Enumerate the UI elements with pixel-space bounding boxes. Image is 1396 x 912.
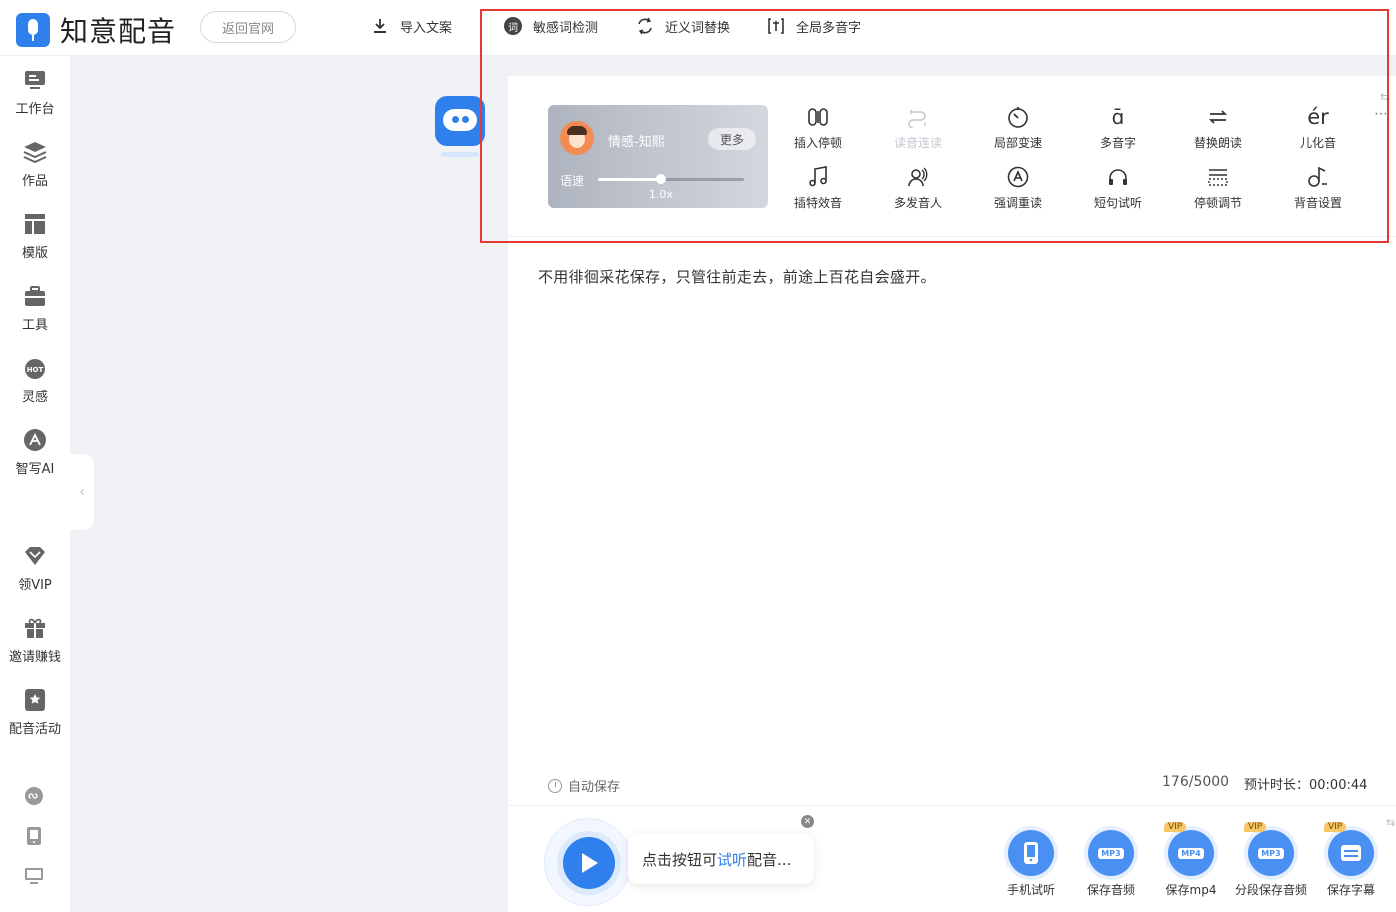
monitor-icon [23,68,47,92]
vip-badge: VIP [1324,822,1347,832]
save-action-label: 分段保存音频 [1234,883,1307,897]
sidebar-item-works[interactable]: 作品 [0,140,70,189]
save-action-label: 保存音频 [1086,883,1135,897]
save-audio-button[interactable]: MP3 保存音频 [1071,830,1151,898]
sidebar-item-tools[interactable]: 工具 [0,284,70,333]
mini-program-icon[interactable] [23,785,45,807]
robot-assistant-icon[interactable] [435,96,485,146]
import-copy-label: 导入文案 [400,20,453,36]
ai-pen-icon [23,428,47,452]
save-action-label: 手机试听 [1006,883,1055,897]
toolbox-icon [23,284,47,308]
close-tip-icon[interactable]: ✕ [801,815,814,828]
sidebar-item-invite[interactable]: 邀请赚钱 [0,616,70,665]
sidebar-label: 灵感 [21,390,48,405]
clock-icon [548,778,562,793]
autosave-indicator: 自动保存 [548,776,620,795]
mp3-icon: MP3 [1088,830,1134,876]
left-sidebar: 工作台 作品 模版 工具 HOT 灵感 智写AI 领VIP 邀请赚钱 配音活动 [0,56,70,912]
save-action-label: 保存mp4 [1165,883,1217,897]
autosave-label: 自动保存 [568,780,621,795]
sidebar-item-workbench[interactable]: 工作台 [0,68,70,117]
sidebar-item-vip[interactable]: 领VIP [0,544,70,593]
save-action-label: 保存字幕 [1326,883,1375,897]
segment-save-audio-button[interactable]: VIP MP3 分段保存音频 [1231,822,1311,898]
tip-prefix: 点击按钮可 [642,850,718,869]
estimated-duration: 预计时长：00:00:44 [1244,778,1368,793]
desktop-icon[interactable] [23,865,45,887]
sidebar-collapse-toggle[interactable]: ‹ [70,454,94,530]
mobile-icon[interactable] [23,825,45,847]
sidebar-label: 邀请赚钱 [8,650,61,665]
phone-listen-button[interactable]: 手机试听 [991,830,1071,898]
template-icon [23,212,47,236]
save-mp4-button[interactable]: VIP MP4 保存mp4 [1151,822,1231,898]
microphone-logo-icon [16,13,50,47]
highlight-annotation-box [480,9,1389,243]
sidebar-item-templates[interactable]: 模版 [0,212,70,261]
sidebar-item-ai-writing[interactable]: 智写AI [0,428,70,477]
diamond-icon [23,544,47,568]
tip-highlight[interactable]: 试听 [717,849,747,870]
hot-text: HOT [27,366,44,374]
status-bar: 自动保存 176/5000 预计时长：00:00:44 [508,772,1396,806]
layers-icon [23,140,47,164]
play-preview-button[interactable] [544,818,632,906]
download-icon [370,16,390,36]
sidebar-label: 模版 [21,246,48,261]
swap-arrows-icon[interactable]: ⇆ [1386,816,1395,829]
sidebar-label: 领VIP [18,578,52,593]
activity-icon [23,688,47,712]
subtitle-icon: VIP [1324,822,1374,876]
sidebar-label: 作品 [21,174,48,189]
play-icon [563,837,615,889]
sidebar-label: 工作台 [15,102,55,117]
word-count: 176/5000 [1162,774,1230,790]
phone-listen-icon [1008,830,1054,876]
back-to-site-button[interactable]: 返回官网 [200,11,296,43]
sidebar-label: 工具 [21,318,48,333]
hot-icon: HOT [23,356,47,380]
tip-suffix: 配音... [747,850,792,869]
sidebar-item-activity[interactable]: 配音活动 [0,688,70,737]
script-text[interactable]: 不用徘徊采花保存，只管往前走去，前途上百花自会盛开。 [538,266,936,287]
mp4-icon: VIP MP4 [1164,822,1214,876]
chevron-left-icon: ‹ [79,484,85,500]
preview-tip: 点击按钮可 试听 配音... [628,834,814,884]
gift-icon [23,616,47,640]
import-copy-button[interactable]: 导入文案 [370,16,452,36]
sidebar-label: 配音活动 [8,722,61,737]
app-name: 知意配音 [60,15,177,48]
mp3-icon: VIP MP3 [1244,822,1294,876]
app-logo[interactable]: 知意配音 [16,10,176,50]
vip-badge: VIP [1164,822,1187,832]
sidebar-label: 智写AI [15,462,55,477]
sidebar-item-inspiration[interactable]: HOT 灵感 [0,356,70,405]
save-subtitle-button[interactable]: VIP 保存字幕 [1311,822,1391,898]
vip-badge: VIP [1244,822,1267,832]
